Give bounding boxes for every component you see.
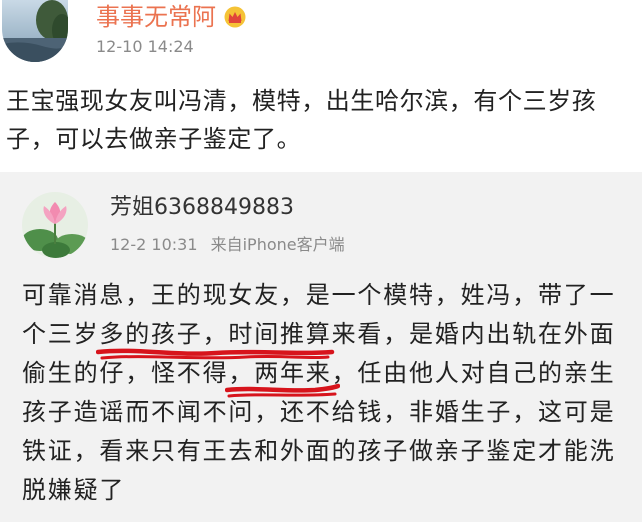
reposted-weibo-card[interactable]: 芳姐6368849883 12-2 10:31 来自iPhone客户端 可靠消息… xyxy=(0,172,642,522)
repost-source: 来自iPhone客户端 xyxy=(210,235,345,254)
post-username[interactable]: 事事无常阿 xyxy=(96,2,216,32)
repost-user-avatar[interactable] xyxy=(22,192,88,258)
repost-username[interactable]: 芳姐6368849883 xyxy=(110,194,294,222)
repost-timestamp: 12-2 10:31 xyxy=(110,235,198,254)
weibo-post-view: 事事无常阿 12-10 14:24 王宝强现女友叫冯清，模特，出生哈尔滨，有个三… xyxy=(0,0,642,522)
lotus-avatar-icon xyxy=(22,192,88,258)
crown-icon xyxy=(224,6,246,28)
user-avatar[interactable] xyxy=(2,0,68,62)
repost-body-text: 可靠消息，王的现女友，是一个模特，姓冯，带了一个三岁多的孩子，时间推算来看，是婚… xyxy=(22,281,616,504)
post-body-text: 王宝强现女友叫冯清，模特，出生哈尔滨，有个三岁孩子，可以去做亲子鉴定了。 xyxy=(6,87,597,153)
avatar-photo-icon xyxy=(2,0,68,62)
repost-meta: 12-2 10:31 来自iPhone客户端 xyxy=(110,234,345,256)
post-timestamp: 12-10 14:24 xyxy=(96,37,194,56)
